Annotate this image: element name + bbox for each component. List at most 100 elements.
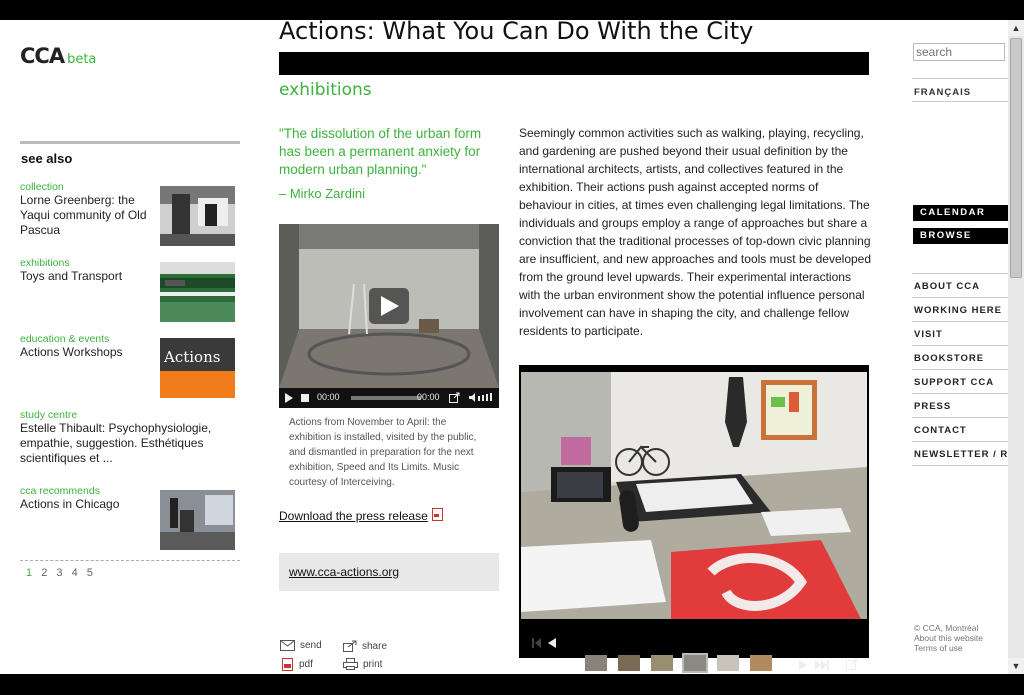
play-small-icon[interactable] <box>285 393 293 403</box>
page-link[interactable]: 2 <box>41 567 47 579</box>
image-gallery[interactable] <box>519 365 869 673</box>
divider <box>912 417 1008 418</box>
divider <box>912 345 1008 346</box>
next-image-icon[interactable] <box>799 660 807 670</box>
page: CCA beta see also collection Lorne Greenb… <box>0 20 1008 674</box>
share-label: share <box>362 640 388 652</box>
see-also-title[interactable]: Actions in Chicago <box>20 497 150 512</box>
video-player[interactable]: 00:00 00:00 <box>279 224 499 408</box>
see-also-title[interactable]: Lorne Greenberg: the Yaqui community of … <box>20 193 150 238</box>
see-also-rule <box>20 141 240 144</box>
quote-author: – Mirko Zardini <box>279 186 365 201</box>
see-also-item[interactable]: exhibitions Toys and Transport <box>20 257 240 322</box>
video-progress-bar[interactable] <box>351 396 421 400</box>
pdf-file-icon <box>282 658 293 671</box>
website-box: www.cca-actions.org <box>279 553 499 591</box>
language-switch[interactable]: FRANÇAIS <box>914 87 971 98</box>
see-also-item[interactable]: collection Lorne Greenberg: the Yaqui co… <box>20 181 240 246</box>
share-button[interactable]: share <box>343 640 387 652</box>
gallery-thumb-strip <box>519 620 869 658</box>
browse-button[interactable]: BROWSE <box>913 228 1008 244</box>
nav-visit[interactable]: VISIT <box>914 329 943 340</box>
search-input[interactable] <box>913 43 1005 61</box>
play-icon[interactable] <box>369 288 409 324</box>
see-also-thumbnail-label: Actions <box>164 348 221 366</box>
nav-about-cca[interactable]: ABOUT CCA <box>914 281 980 292</box>
copyright: © CCA, Montréal <box>914 623 979 633</box>
see-also-title[interactable]: Toys and Transport <box>20 269 150 284</box>
press-release-label[interactable]: Download the press release <box>279 509 428 523</box>
gallery-thumbnail[interactable] <box>717 655 739 671</box>
see-also-title[interactable]: Estelle Thibault: Psychophysiologie, emp… <box>20 421 225 466</box>
divider <box>912 465 1008 466</box>
calendar-button[interactable]: CALENDAR <box>913 205 1008 221</box>
fullscreen-icon[interactable] <box>449 392 460 403</box>
printer-icon <box>343 658 358 670</box>
envelope-icon <box>280 640 295 651</box>
print-button[interactable]: print <box>343 658 382 670</box>
nav-working-here[interactable]: WORKING HERE <box>914 305 1002 316</box>
see-also-thumbnail[interactable]: Actions <box>160 338 235 398</box>
pdf-label: pdf <box>299 659 313 670</box>
page-link[interactable]: 5 <box>87 567 93 579</box>
pdf-button[interactable]: pdf <box>282 658 313 671</box>
page-title: Actions: What You Can Do With the City <box>279 20 754 45</box>
divider <box>912 369 1008 370</box>
gallery-thumbnail[interactable] <box>651 655 673 671</box>
see-also-item[interactable]: cca recommends Actions in Chicago <box>20 485 240 550</box>
logo-beta: beta <box>67 52 97 67</box>
divider <box>912 441 1008 442</box>
see-also-heading: see also <box>21 151 73 166</box>
divider <box>912 273 1008 274</box>
gallery-thumbnail[interactable] <box>618 655 640 671</box>
vertical-scrollbar[interactable]: ▲ ▼ <box>1008 20 1024 674</box>
divider <box>912 321 1008 322</box>
nav-support-cca[interactable]: SUPPORT CCA <box>914 377 994 388</box>
previous-image-icon[interactable] <box>548 638 556 648</box>
section-title[interactable]: exhibitions <box>279 80 372 100</box>
body-text: Seemingly common activities such as walk… <box>519 126 872 338</box>
expand-icon[interactable] <box>846 658 858 670</box>
nav-newsletter-rss[interactable]: NEWSLETTER / RSS <box>914 449 1008 460</box>
see-also-title[interactable]: Actions Workshops <box>20 345 150 360</box>
scroll-down-icon[interactable]: ▼ <box>1008 658 1024 674</box>
gallery-thumbnail[interactable] <box>682 653 708 673</box>
see-also-thumbnail[interactable] <box>160 490 235 550</box>
see-also-thumbnail[interactable] <box>160 186 235 246</box>
gallery-photo[interactable] <box>521 372 867 619</box>
nav-press[interactable]: PRESS <box>914 401 951 412</box>
divider <box>912 78 1008 79</box>
page-link[interactable]: 4 <box>72 567 78 579</box>
footer: © CCA, Montréal About this website Terms… <box>914 623 983 653</box>
terms-link[interactable]: Terms of use <box>914 643 983 653</box>
stop-icon[interactable] <box>301 394 309 402</box>
page-link[interactable]: 1 <box>26 567 32 579</box>
page-link[interactable]: 3 <box>56 567 62 579</box>
share-icon <box>343 640 357 652</box>
send-label: send <box>300 640 322 651</box>
pager: 1 2 3 4 5 <box>26 567 99 579</box>
scroll-thumb[interactable] <box>1010 38 1022 278</box>
cca-logo[interactable]: CCA beta <box>20 44 96 68</box>
nav-bookstore[interactable]: BOOKSTORE <box>914 353 984 364</box>
gallery-thumbnail[interactable] <box>750 655 772 671</box>
divider <box>912 393 1008 394</box>
nav-contact[interactable]: CONTACT <box>914 425 967 436</box>
volume-icon[interactable] <box>469 392 493 403</box>
time-total: 00:00 <box>417 392 440 402</box>
see-also-category[interactable]: study centre <box>20 409 240 421</box>
scroll-up-icon[interactable]: ▲ <box>1008 20 1024 36</box>
send-button[interactable]: send <box>280 640 322 651</box>
video-controls: 00:00 00:00 <box>279 388 499 408</box>
website-link[interactable]: www.cca-actions.org <box>289 565 399 579</box>
gallery-thumbnail[interactable] <box>585 655 607 671</box>
see-also-thumbnail[interactable] <box>160 262 235 322</box>
press-release-link[interactable]: Download the press release <box>279 508 443 523</box>
about-website-link[interactable]: About this website <box>914 633 983 643</box>
logo-text: CCA <box>20 44 65 68</box>
first-image-icon[interactable] <box>531 638 541 648</box>
see-also-item[interactable]: education & events Actions Workshops Act… <box>20 333 240 398</box>
see-also-item[interactable]: study centre Estelle Thibault: Psychophy… <box>20 409 240 466</box>
title-bar <box>279 52 869 75</box>
last-image-icon[interactable] <box>815 660 829 670</box>
